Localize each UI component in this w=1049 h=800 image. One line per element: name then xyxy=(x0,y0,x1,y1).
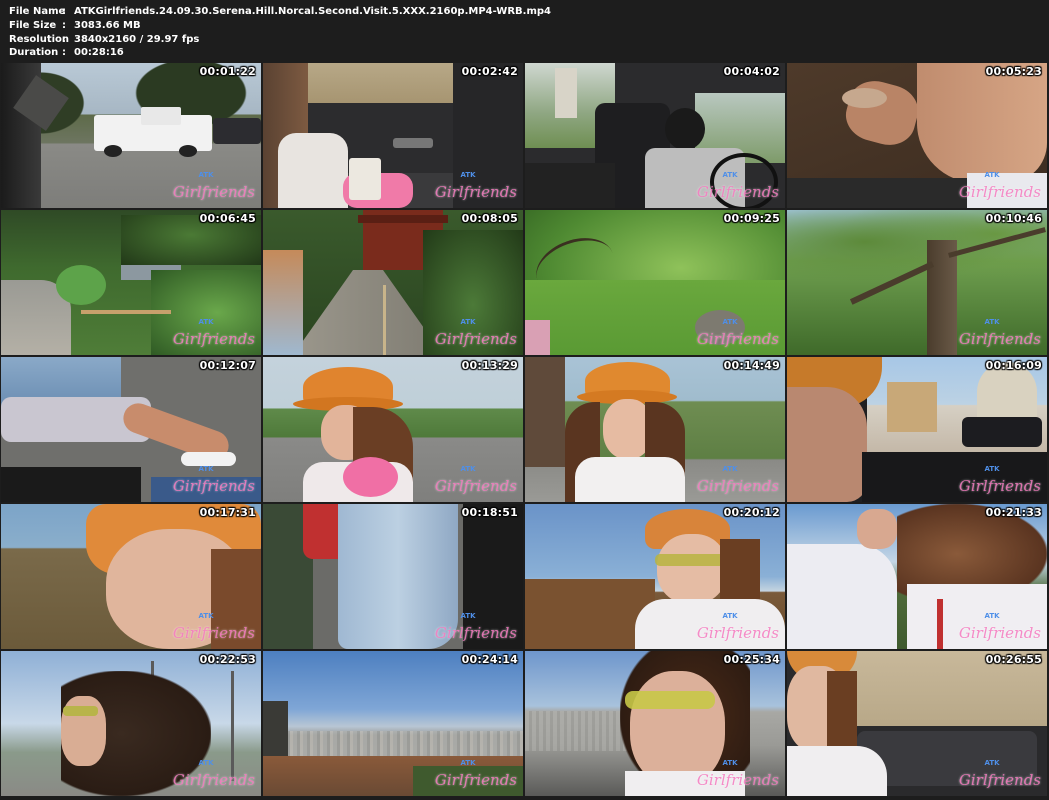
duration-value: 00:28:16 xyxy=(74,47,124,58)
thumbnail-timestamp: 00:02:42 xyxy=(461,65,518,78)
file-name-row: File Name: ATKGirlfriends.24.09.30.Serena… xyxy=(9,6,551,17)
resolution-value: 3840x2160 / 29.97 fps xyxy=(74,34,200,45)
thumbnail-feet-pov: 00:12:07 ATK Girlfriends xyxy=(1,357,261,502)
thumbnail-legs-pov: 00:05:23 ATK Girlfriends xyxy=(787,63,1047,208)
file-size-row: File Size:3083.66 MB xyxy=(9,20,141,31)
thumbnail-timestamp: 00:13:29 xyxy=(461,359,518,372)
thumbnail-timestamp: 00:08:05 xyxy=(461,212,518,225)
thumbnail-timestamp: 00:21:33 xyxy=(985,506,1042,519)
thumbnail-timestamp: 00:06:45 xyxy=(199,212,256,225)
thumbnail-hair-sky: 00:22:53 ATK Girlfriends xyxy=(1,651,261,796)
thumbnail-timestamp: 00:14:49 xyxy=(723,359,780,372)
thumbnail-hat-road: 00:13:29 ATK Girlfriends xyxy=(263,357,523,502)
thumbnail-timestamp: 00:26:55 xyxy=(985,653,1042,666)
file-name-value: ATKGirlfriends.24.09.30.Serena.Hill.Norc… xyxy=(74,6,551,17)
thumbnail-street-truck: 00:01:22 ATK Girlfriends xyxy=(1,63,261,208)
thumbnail-tea-garden: 00:08:05 ATK Girlfriends xyxy=(263,210,523,355)
thumbnail-car-cup: 00:02:42 ATK Girlfriends xyxy=(263,63,523,208)
thumbnail-tree-canopy: 00:10:46 ATK Girlfriends xyxy=(787,210,1047,355)
thumbnail-timestamp: 00:16:09 xyxy=(985,359,1042,372)
thumbnail-green-blur: 00:09:25 ATK Girlfriends xyxy=(525,210,785,355)
thumbnail-wind-hair: 00:21:33 ATK Girlfriends xyxy=(787,504,1047,649)
thumbnail-hat-smile: 00:14:49 ATK Girlfriends xyxy=(525,357,785,502)
thumbnail-car-selfie: 00:26:55 ATK Girlfriends xyxy=(787,651,1047,796)
thumbnail-timestamp: 00:01:22 xyxy=(199,65,256,78)
thumbnail-grid: 00:01:22 ATK Girlfriends 00:02:42 ATK Girlfr… xyxy=(1,63,1049,799)
file-size-label: File Size xyxy=(9,20,57,31)
thumbnail-timestamp: 00:17:31 xyxy=(199,506,256,519)
thumbnail-timestamp: 00:24:14 xyxy=(461,653,518,666)
thumbnail-hat-closeup: 00:17:31 ATK Girlfriends xyxy=(1,504,261,649)
thumbnail-city-view: 00:24:14 ATK Girlfriends xyxy=(263,651,523,796)
file-name-label: File Name xyxy=(9,6,66,17)
thumbnail-timestamp: 00:22:53 xyxy=(199,653,256,666)
file-size-value: 3083.66 MB xyxy=(74,20,141,31)
thumbnail-garden-path: 00:06:45 ATK Girlfriends xyxy=(1,210,261,355)
thumbnail-timestamp: 00:10:46 xyxy=(985,212,1042,225)
thumbnail-sunglasses-hill: 00:20:12 ATK Girlfriends xyxy=(525,504,785,649)
duration-label: Duration xyxy=(9,47,59,58)
thumbnail-car-driver: 00:04:02 ATK Girlfriends xyxy=(525,63,785,208)
thumbnail-timestamp: 00:09:25 xyxy=(723,212,780,225)
thumbnail-car-window: 00:16:09 ATK Girlfriends xyxy=(787,357,1047,502)
thumbnail-sunglasses-view: 00:25:34 ATK Girlfriends xyxy=(525,651,785,796)
thumbnail-timestamp: 00:04:02 xyxy=(723,65,780,78)
thumbnail-timestamp: 00:25:34 xyxy=(723,653,780,666)
file-info-header: File Name: ATKGirlfriends.24.09.30.Serena… xyxy=(0,0,1049,62)
duration-row: Duration:00:28:16 xyxy=(9,47,124,58)
resolution-row: Resolution: 3840x2160 / 29.97 fps xyxy=(9,34,200,45)
thumbnail-timestamp: 00:05:23 xyxy=(985,65,1042,78)
thumbnail-jeans-walk: 00:18:51 ATK Girlfriends xyxy=(263,504,523,649)
thumbnail-timestamp: 00:12:07 xyxy=(199,359,256,372)
resolution-label: Resolution xyxy=(9,34,70,45)
thumbnail-timestamp: 00:18:51 xyxy=(461,506,518,519)
thumbnail-timestamp: 00:20:12 xyxy=(723,506,780,519)
